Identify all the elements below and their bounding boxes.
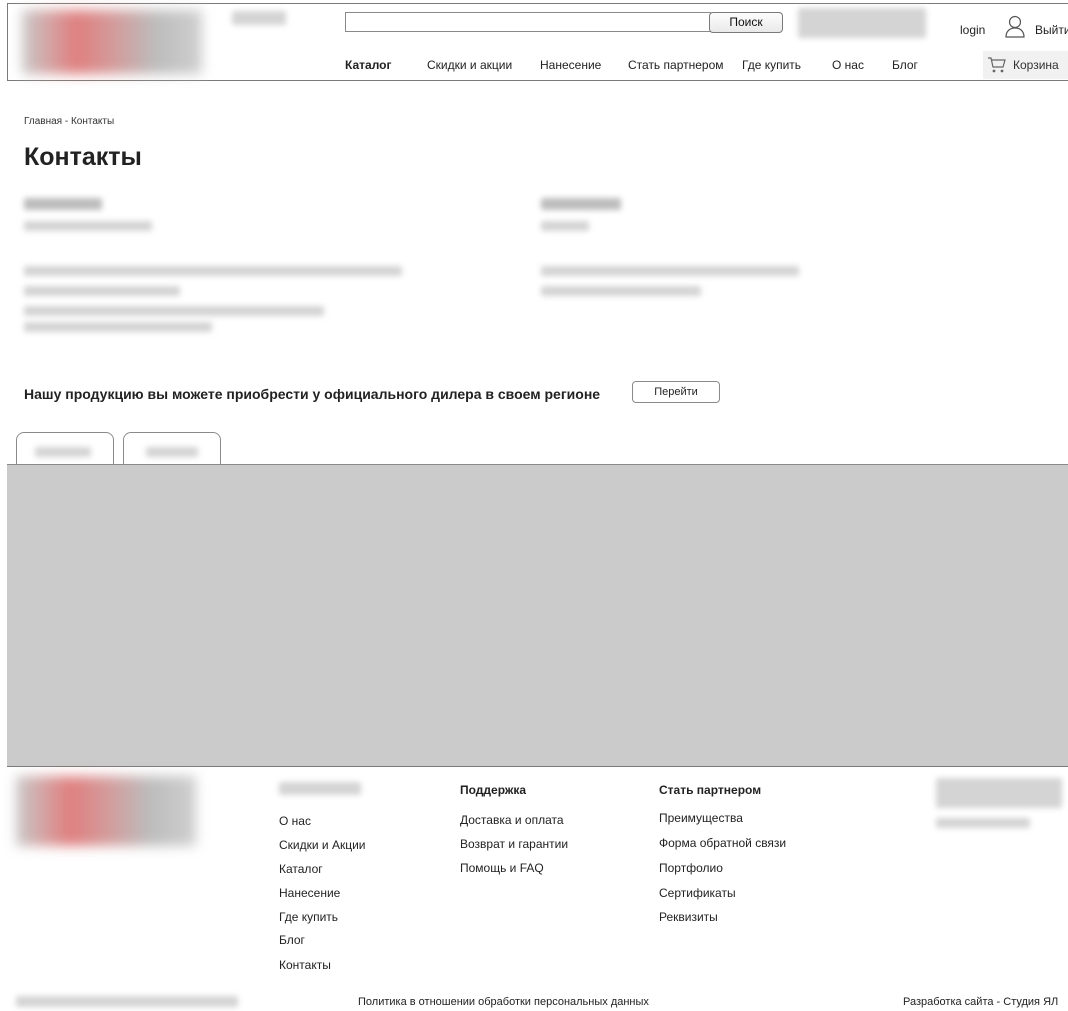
footer-company-heading [279, 782, 361, 795]
footer-link-feedback-form[interactable]: Форма обратной связи [659, 836, 786, 850]
map-area[interactable] [7, 464, 1068, 767]
office-1-hours [24, 306, 324, 316]
nav-item-partner[interactable]: Стать партнером [628, 58, 724, 72]
privacy-policy-link[interactable]: Политика в отношении обработки персональ… [358, 996, 649, 1008]
nav-item-blog[interactable]: Блог [892, 58, 918, 72]
footer-link-blog[interactable]: Блог [279, 933, 305, 947]
office-1-title [24, 198, 102, 210]
office-2-phone [541, 286, 701, 296]
office-1-address [24, 266, 402, 276]
footer-link-faq[interactable]: Помощь и FAQ [460, 861, 544, 875]
tab-city-1-label [35, 447, 91, 457]
footer-link-about[interactable]: О нас [279, 814, 311, 828]
nav-item-printing[interactable]: Нанесение [540, 58, 601, 72]
office-2-address [541, 266, 799, 276]
footer-link-printing[interactable]: Нанесение [279, 886, 340, 900]
nav-item-discounts[interactable]: Скидки и акции [427, 58, 512, 72]
logout-link[interactable]: Выйти [1035, 23, 1068, 37]
cart-button[interactable]: Корзина [983, 51, 1068, 79]
footer-support-heading: Поддержка [460, 783, 527, 797]
office-2-title [541, 198, 621, 210]
footer-link-catalog[interactable]: Каталог [279, 862, 323, 876]
footer-email[interactable] [936, 818, 1030, 828]
footer-phone[interactable] [936, 778, 1062, 808]
footer-link-where-to-buy[interactable]: Где купить [279, 910, 338, 924]
search-input[interactable] [345, 12, 711, 32]
go-to-dealers-button[interactable]: Перейти [632, 381, 720, 403]
login-link[interactable]: login [960, 23, 985, 37]
site-logo[interactable] [22, 10, 202, 74]
footer-link-benefits[interactable]: Преимущества [659, 811, 743, 825]
cart-icon [987, 56, 1007, 74]
office-2-subtitle [541, 221, 589, 231]
region-selector[interactable] [232, 11, 286, 25]
nav-item-where-to-buy[interactable]: Где купить [742, 58, 801, 72]
office-1-phone [24, 286, 180, 296]
header-phone[interactable] [798, 8, 926, 38]
tab-city-2[interactable] [123, 432, 221, 465]
footer-link-contacts[interactable]: Контакты [279, 958, 331, 972]
tab-city-2-label [146, 447, 198, 457]
footer-link-delivery[interactable]: Доставка и оплата [460, 813, 564, 827]
office-1-hours-extra [24, 322, 212, 332]
footer-partner-heading: Стать партнером [659, 783, 762, 797]
user-icon[interactable] [1004, 15, 1026, 39]
footer-link-portfolio[interactable]: Портфолио [659, 861, 723, 875]
tab-city-1[interactable] [16, 432, 114, 465]
office-1-subtitle [24, 221, 152, 231]
cart-label: Корзина [1013, 58, 1059, 72]
nav-item-about[interactable]: О нас [832, 58, 864, 72]
footer-link-returns[interactable]: Возврат и гарантии [460, 837, 568, 851]
dealer-text: Нашу продукцию вы можете приобрести у оф… [24, 386, 601, 402]
footer-logo[interactable] [16, 776, 196, 846]
search-button[interactable]: Поиск [709, 12, 783, 33]
footer-copyright [16, 996, 238, 1007]
footer-link-discounts[interactable]: Скидки и Акции [279, 838, 365, 852]
footer-link-requisites[interactable]: Реквизиты [659, 910, 718, 924]
breadcrumb[interactable]: Главная - Контакты [24, 116, 114, 127]
developer-link[interactable]: Разработка сайта - Студия ЯЛ [903, 996, 1058, 1008]
page-title: Контакты [24, 143, 142, 171]
nav-item-catalog[interactable]: Каталог [345, 58, 392, 72]
footer-link-certificates[interactable]: Сертификаты [659, 886, 736, 900]
